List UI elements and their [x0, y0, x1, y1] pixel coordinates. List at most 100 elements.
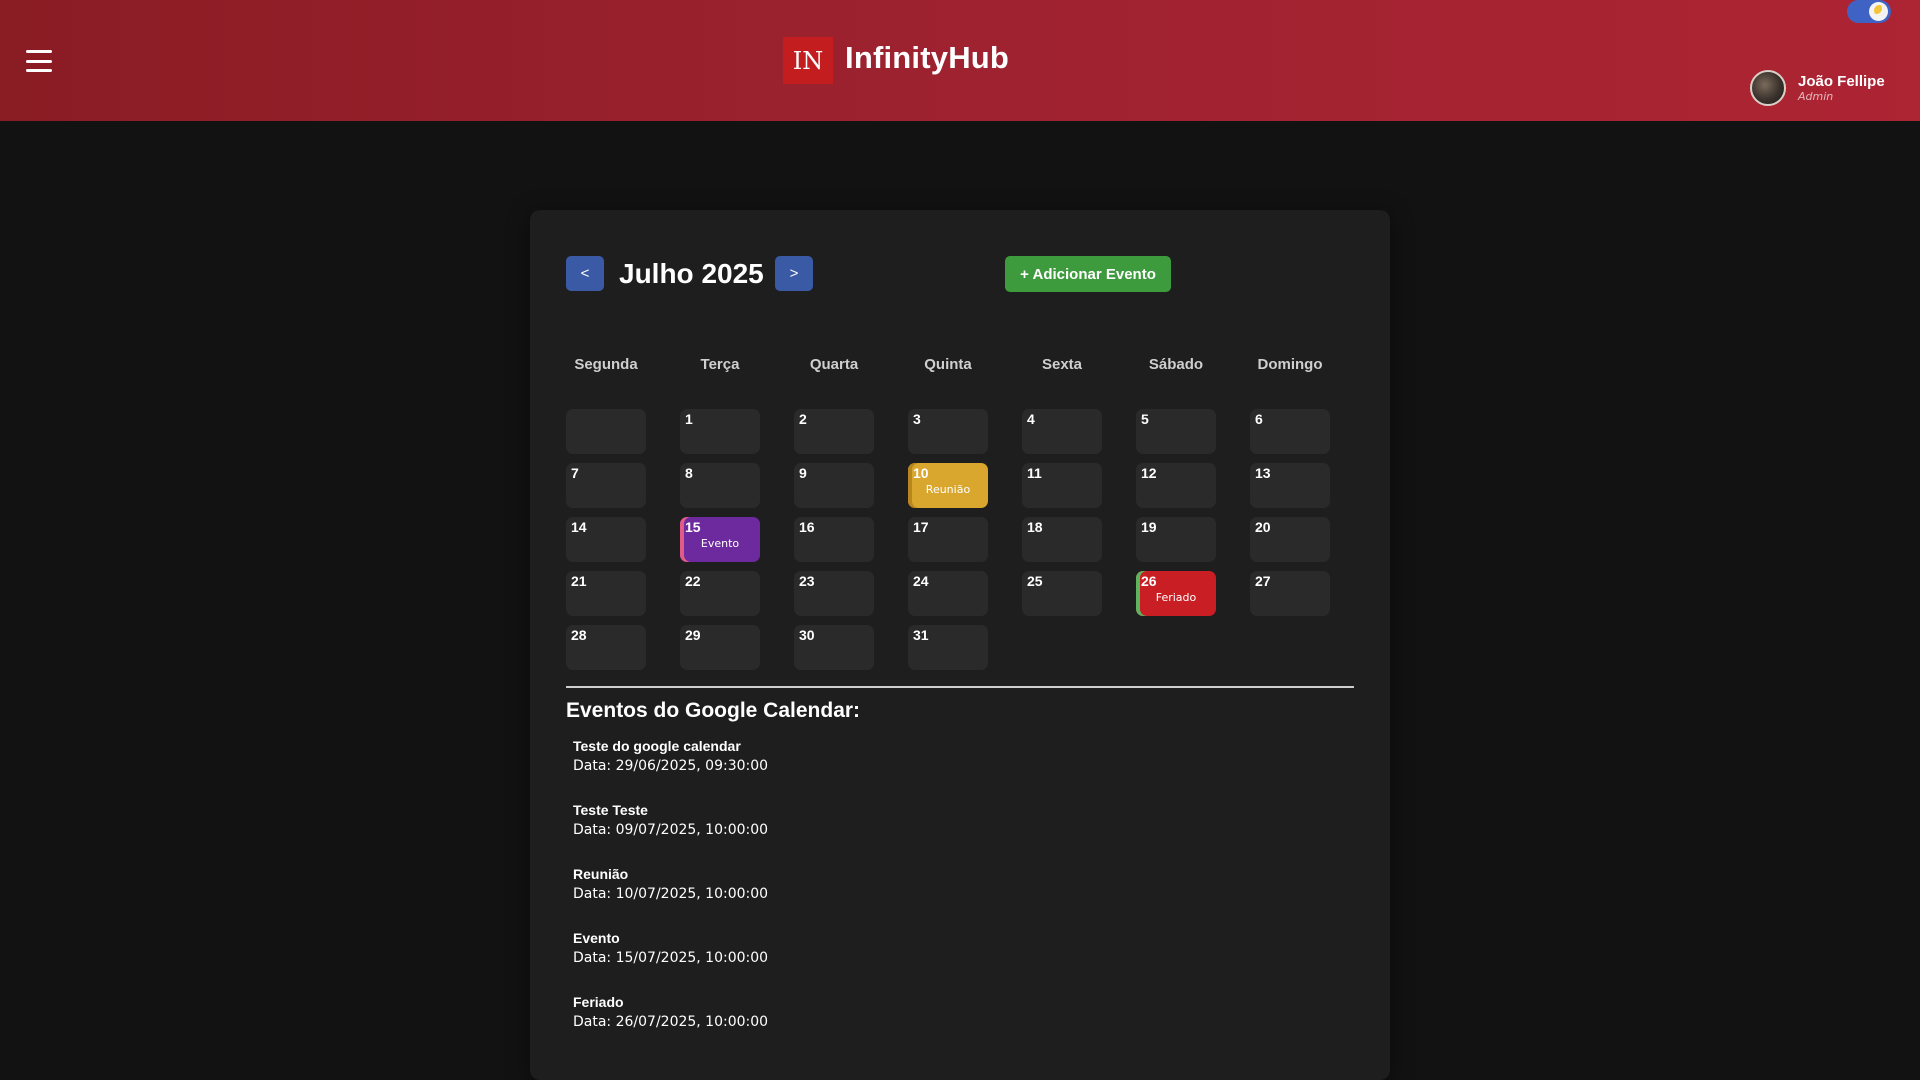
google-event-date: Data: 29/06/2025, 09:30:00: [573, 758, 769, 774]
day-number: 5: [1141, 411, 1149, 427]
day-number: 14: [571, 519, 587, 535]
day-number: 25: [1027, 573, 1043, 589]
theme-toggle[interactable]: [1847, 0, 1891, 23]
google-event-name: Reunião: [573, 866, 629, 882]
day-number: 21: [571, 573, 587, 589]
day-cell-11[interactable]: 11: [1022, 463, 1102, 508]
day-event-label[interactable]: Reunião: [908, 483, 988, 496]
day-number: 24: [913, 573, 929, 589]
weekday-5: Sábado: [1148, 356, 1204, 373]
moon-icon: [1869, 2, 1888, 21]
day-cell-3[interactable]: 3: [908, 409, 988, 454]
google-events-list: Teste do google calendar Data: 29/06/2025…: [573, 737, 768, 1057]
day-event-label[interactable]: Evento: [680, 537, 760, 550]
day-cell-5[interactable]: 5: [1136, 409, 1216, 454]
user-role: Admin: [1798, 90, 1834, 103]
day-cell-15[interactable]: 15 Evento: [680, 517, 760, 562]
day-cell-8[interactable]: 8: [680, 463, 760, 508]
google-event-item: Teste do google calendar Data: 29/06/2025…: [573, 737, 768, 801]
google-event-name: Teste do google calendar: [573, 738, 741, 754]
day-cell-19[interactable]: 19: [1136, 517, 1216, 562]
day-cell-6[interactable]: 6: [1250, 409, 1330, 454]
day-number: 22: [685, 573, 701, 589]
day-cell-2[interactable]: 2: [794, 409, 874, 454]
day-cell-29[interactable]: 29: [680, 625, 760, 670]
day-number: 29: [685, 627, 701, 643]
avatar[interactable]: [1750, 70, 1786, 106]
day-cell-16[interactable]: 16: [794, 517, 874, 562]
user-name: João Fellipe: [1798, 73, 1885, 90]
day-number: 13: [1255, 465, 1271, 481]
google-event-item: Reunião Data: 10/07/2025, 10:00:00: [573, 865, 768, 929]
day-cell-9[interactable]: 9: [794, 463, 874, 508]
day-cell-12[interactable]: 12: [1136, 463, 1216, 508]
day-cell-empty[interactable]: [566, 409, 646, 454]
day-number: 2: [799, 411, 807, 427]
day-cell-1[interactable]: 1: [680, 409, 760, 454]
day-number: 17: [913, 519, 929, 535]
day-number: 11: [1027, 465, 1042, 481]
google-event-date: Data: 09/07/2025, 10:00:00: [573, 822, 769, 838]
day-cell-17[interactable]: 17: [908, 517, 988, 562]
prev-month-button[interactable]: <: [566, 256, 604, 291]
day-number: 3: [913, 411, 921, 427]
google-event-date: Data: 26/07/2025, 10:00:00: [573, 1014, 769, 1030]
app-title: InfinityHub: [845, 40, 1010, 75]
google-event-name: Feriado: [573, 994, 624, 1010]
day-cell-30[interactable]: 30: [794, 625, 874, 670]
day-number: 16: [799, 519, 815, 535]
day-number: 28: [571, 627, 587, 643]
day-number: 8: [685, 465, 693, 481]
day-number: 23: [799, 573, 815, 589]
google-event-item: Feriado Data: 26/07/2025, 10:00:00: [573, 993, 768, 1057]
weekday-1: Terça: [700, 356, 740, 373]
day-cell-21[interactable]: 21: [566, 571, 646, 616]
next-month-button[interactable]: >: [775, 256, 813, 291]
day-number: 1: [685, 411, 693, 427]
top-bar: IN InfinityHub João Fellipe Admin: [0, 0, 1920, 121]
day-number: 6: [1255, 411, 1263, 427]
day-cell-4[interactable]: 4: [1022, 409, 1102, 454]
day-event-label[interactable]: Feriado: [1136, 591, 1216, 604]
day-number: 27: [1255, 573, 1271, 589]
day-cell-28[interactable]: 28: [566, 625, 646, 670]
day-cell-24[interactable]: 24: [908, 571, 988, 616]
add-event-button[interactable]: + Adicionar Evento: [1005, 256, 1171, 292]
month-title: Julho 2025: [619, 258, 764, 289]
day-number: 30: [799, 627, 815, 643]
google-event-name: Evento: [573, 930, 620, 946]
menu-icon[interactable]: [26, 50, 52, 72]
google-event-date: Data: 15/07/2025, 10:00:00: [573, 950, 769, 966]
calendar-card: < Julho 2025 > + Adicionar Evento Segund…: [530, 210, 1390, 1080]
google-events-title: Eventos do Google Calendar:: [566, 699, 861, 722]
day-number: 18: [1027, 519, 1043, 535]
day-cell-31[interactable]: 31: [908, 625, 988, 670]
logo: IN: [783, 37, 833, 84]
day-number: 12: [1141, 465, 1157, 481]
day-cell-13[interactable]: 13: [1250, 463, 1330, 508]
day-cell-23[interactable]: 23: [794, 571, 874, 616]
weekday-2: Quarta: [809, 356, 859, 373]
day-cell-7[interactable]: 7: [566, 463, 646, 508]
day-cell-27[interactable]: 27: [1250, 571, 1330, 616]
user-profile[interactable]: João Fellipe Admin: [1750, 70, 1885, 106]
day-number: 26: [1141, 573, 1157, 589]
day-cell-25[interactable]: 25: [1022, 571, 1102, 616]
day-number: 15: [685, 519, 701, 535]
day-cell-26[interactable]: 26 Feriado: [1136, 571, 1216, 616]
user-info: João Fellipe Admin: [1798, 74, 1885, 102]
day-cell-10[interactable]: 10 Reunião: [908, 463, 988, 508]
day-cell-18[interactable]: 18: [1022, 517, 1102, 562]
google-event-date: Data: 10/07/2025, 10:00:00: [573, 886, 769, 902]
day-number: 7: [571, 465, 579, 481]
day-number: 10: [913, 465, 929, 481]
day-cell-22[interactable]: 22: [680, 571, 760, 616]
day-number: 4: [1027, 411, 1035, 427]
day-cell-20[interactable]: 20: [1250, 517, 1330, 562]
day-number: 19: [1141, 519, 1157, 535]
day-cell-14[interactable]: 14: [566, 517, 646, 562]
divider: [566, 686, 1354, 688]
day-number: 9: [799, 465, 807, 481]
google-event-item: Teste Teste Data: 09/07/2025, 10:00:00: [573, 801, 768, 865]
weekday-6: Domingo: [1257, 356, 1323, 373]
